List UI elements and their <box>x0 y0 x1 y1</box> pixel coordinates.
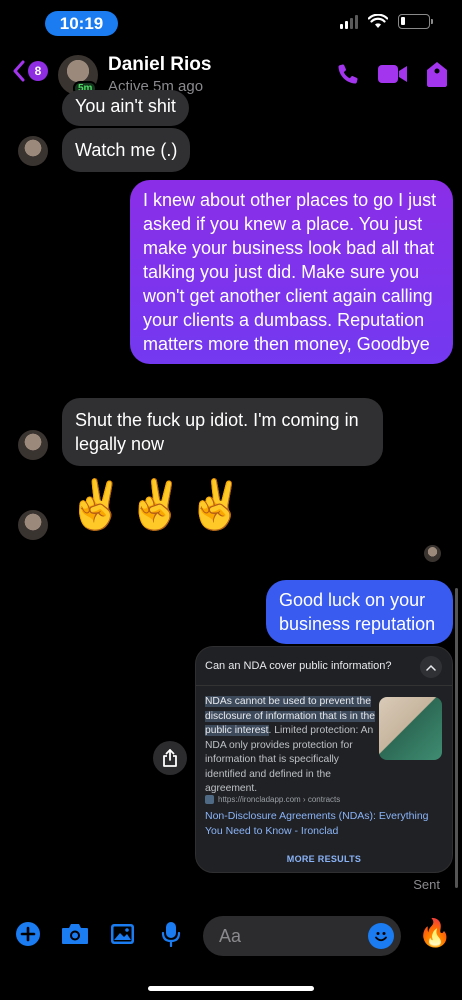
contact-name[interactable]: Daniel Rios <box>108 54 211 76</box>
sender-avatar[interactable] <box>18 430 48 460</box>
status-icons <box>340 14 433 29</box>
unread-count-badge: 8 <box>28 61 48 81</box>
search-result-attachment[interactable]: Can an NDA cover public information? NDA… <box>195 646 453 873</box>
message-incoming[interactable]: Watch me (.) <box>62 128 191 172</box>
wifi-icon <box>368 14 388 28</box>
share-icon <box>163 749 177 767</box>
microphone-icon[interactable] <box>161 921 181 947</box>
card-divider <box>196 685 452 686</box>
home-indicator[interactable] <box>148 986 314 991</box>
chevron-left-icon <box>13 60 25 82</box>
favicon-icon <box>205 795 214 804</box>
message-input[interactable] <box>219 916 359 956</box>
search-question: Can an NDA cover public information? <box>205 660 392 672</box>
smiley-icon <box>375 932 387 942</box>
phone-call-icon[interactable] <box>336 62 360 86</box>
result-source: https://ironcladapp.com › contracts <box>205 795 340 804</box>
seen-receipt-avatar <box>424 545 441 562</box>
tag-icon[interactable] <box>426 61 448 87</box>
message-incoming[interactable]: You ain't shit <box>62 90 189 126</box>
scrollbar[interactable] <box>455 588 458 888</box>
battery-icon <box>398 14 433 29</box>
status-time: 10:19 <box>45 11 118 36</box>
result-thumbnail <box>379 697 442 760</box>
emoji-button[interactable] <box>368 923 394 949</box>
plus-icon[interactable] <box>16 922 40 946</box>
sender-avatar[interactable] <box>18 136 48 166</box>
message-emoji[interactable]: ✌️✌️✌️ <box>66 478 245 534</box>
cellular-signal-icon <box>340 14 358 29</box>
share-button[interactable] <box>153 741 187 775</box>
message-outgoing[interactable]: I knew about other places to go I just a… <box>130 180 453 364</box>
message-input-pill[interactable] <box>203 916 401 956</box>
more-results-button[interactable]: MORE RESULTS <box>196 854 452 864</box>
result-link[interactable]: Non-Disclosure Agreements (NDAs): Everyt… <box>205 809 445 839</box>
search-snippet: NDAs cannot be used to prevent the discl… <box>205 695 379 797</box>
back-button[interactable]: 8 <box>12 60 48 82</box>
video-call-icon[interactable] <box>378 64 408 84</box>
source-url: https://ironcladapp.com › contracts <box>218 795 341 804</box>
collapse-button[interactable] <box>420 656 442 678</box>
delivery-status: Sent <box>413 877 440 892</box>
header-actions <box>336 61 448 87</box>
camera-icon[interactable] <box>61 923 89 945</box>
quick-reaction-fire-icon[interactable]: 🔥 <box>418 917 452 949</box>
message-composer: 🔥 <box>0 912 462 960</box>
sender-avatar[interactable] <box>18 510 48 540</box>
gallery-icon[interactable] <box>110 923 135 945</box>
chevron-up-icon <box>426 664 436 671</box>
message-incoming[interactable]: Shut the fuck up idiot. I'm coming in le… <box>62 398 383 466</box>
message-outgoing[interactable]: Good luck on your business reputation <box>266 580 453 644</box>
